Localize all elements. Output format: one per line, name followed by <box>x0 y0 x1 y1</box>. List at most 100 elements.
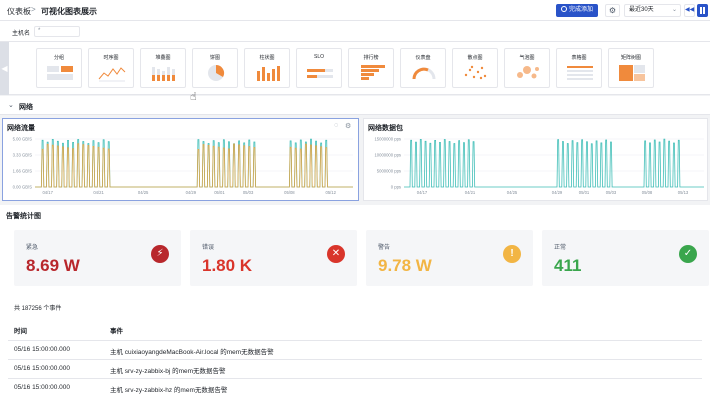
treemap-icon <box>619 65 645 81</box>
x-tick-label: 04/29 <box>552 190 563 195</box>
chart-type-card[interactable]: 时序图 <box>88 48 134 88</box>
chart-type-label: SLO <box>313 54 324 60</box>
finish-add-label: 完成添加 <box>568 7 593 13</box>
rewind-icon: ◀◀ <box>685 7 695 13</box>
breadcrumb-dashboard[interactable]: 仪表板 <box>7 6 31 17</box>
chart-type-card[interactable]: 分组 <box>36 48 82 88</box>
chart-type-card[interactable]: SLO <box>296 48 342 88</box>
chart-type-card[interactable]: 排行榜 <box>348 48 394 88</box>
stat-value: 9.78 W <box>378 256 432 275</box>
chevron-down-icon: ⌄ <box>8 102 14 109</box>
x-tick-label: 04/21 <box>465 190 476 195</box>
hostname-select[interactable]: * <box>34 26 80 37</box>
x-tick-label: 05/08 <box>284 190 295 195</box>
event-count: 共 187256 个事件 <box>14 306 62 312</box>
close-icon: ✕ <box>327 245 345 263</box>
chart-type-card[interactable]: 散点图 <box>452 48 498 88</box>
series-line-1 <box>404 138 704 188</box>
chart-type-label: 气泡图 <box>519 55 535 61</box>
y-tick-label: 5000000 pps <box>377 169 401 174</box>
page-title: 可视化图表展示 <box>41 7 97 16</box>
pause-button[interactable] <box>697 4 708 17</box>
chart-type-card[interactable]: 矩阵树图 <box>608 48 654 88</box>
stat-value: 8.69 W <box>26 256 80 275</box>
chart-type-label: 饼图 <box>209 55 220 61</box>
x-tick-label: 05/01 <box>214 190 225 195</box>
bubble-icon <box>517 66 539 79</box>
chart-type-card[interactable]: 气泡图 <box>504 48 550 88</box>
bolt-icon: ⚡ <box>151 245 169 263</box>
chart-type-label: 分组 <box>53 55 64 61</box>
alarm-stat-card[interactable]: 错误 1.80 K ✕ <box>190 230 357 286</box>
column-icon <box>257 66 280 81</box>
chart-type-card[interactable]: 仪表盘 <box>400 48 446 88</box>
y-tick-label: 10000000 pps <box>374 153 401 158</box>
alarm-title: 告警统计图 <box>6 213 41 220</box>
table-row[interactable]: 05/16 15:00:00.000 主机 srv-zy-zabbix-bj 的m… <box>8 359 702 377</box>
gear-icon: ⚙ <box>608 6 617 15</box>
finish-add-button[interactable]: 完成添加 <box>556 4 598 17</box>
stat-value: 1.80 K <box>202 256 253 275</box>
slo-icon <box>307 69 333 78</box>
chart-type-gallery: ◀ 分组 时序图 堆叠图 饼图 柱状图 SLO 排行榜 仪表盘 散点图 气泡图 表格图 矩阵树图 <box>0 42 710 95</box>
table-row[interactable]: 05/16 15:00:00.000 主机 cuixiaoyangdeMacBoo… <box>8 340 702 358</box>
x-tick-label: 04/25 <box>138 190 149 195</box>
chart-type-card[interactable]: 饼图 <box>192 48 238 88</box>
mouse-pointer-icon: ☝ <box>190 91 197 103</box>
scatter-icon <box>464 65 487 80</box>
x-tick-label: 04/25 <box>507 190 518 195</box>
stat-label: 警告 <box>378 245 391 251</box>
settings-button[interactable]: ⚙ <box>605 4 620 17</box>
plus-circle-icon <box>560 6 567 12</box>
x-tick-label: 05/03 <box>243 190 254 195</box>
event-time: 05/16 15:00:00.000 <box>14 365 71 372</box>
y-tick-label: 0 pps <box>391 185 401 190</box>
x-tick-label: 05/03 <box>606 190 617 195</box>
event-text: 主机 srv-zy-zabbix-bj 的mem无数据告警 <box>110 368 226 375</box>
top-bar: 仪表板 > 可视化图表展示 完成添加 ⚙ 最近30天 ⌄ ◀◀ <box>0 0 710 21</box>
column-time: 时间 <box>14 328 27 335</box>
chart-type-card[interactable]: 表格图 <box>556 48 602 88</box>
gallery-prev-arrow[interactable]: ◀ <box>0 42 9 95</box>
alarm-stat-card[interactable]: 警告 9.78 W! <box>366 230 533 286</box>
network-traffic-chart: 0.00 GB/S 1.66 GB/S 3.33 GB/S 5.00 GB/S 04/1… <box>13 137 353 195</box>
rewind-button[interactable]: ◀◀ <box>684 4 695 17</box>
y-tick-label: 0.00 GB/S <box>13 185 33 190</box>
table-list-icon <box>567 66 593 80</box>
pie-icon <box>208 64 225 81</box>
check-icon: ✓ <box>679 245 697 263</box>
filter-bar: 主机名 * <box>0 21 710 42</box>
table-row[interactable]: 05/16 15:00:00.000 主机 srv-zy-zabbix-hz 的m… <box>8 378 702 396</box>
y-tick-label: 1.66 GB/S <box>13 169 33 174</box>
x-tick-label: 05/12 <box>325 190 336 195</box>
event-time: 05/16 15:00:00.000 <box>14 346 71 353</box>
network-packets-panel[interactable]: 网络数据包 0 pps 5000000 pps 10000000 pps 150000… <box>363 118 708 201</box>
x-tick-label: 04/21 <box>93 190 104 195</box>
exclamation-icon: ! <box>503 245 521 263</box>
breadcrumb-separator: > <box>31 5 36 14</box>
chart-type-label: 柱状图 <box>259 55 275 61</box>
hostname-label: 主机名 <box>12 31 31 37</box>
y-tick-label: 3.33 GB/S <box>13 153 33 158</box>
network-traffic-panel[interactable]: 网络流量 ◌ ⚙ 0.00 GB/S 1.66 GB/S 3.33 GB/S 5.00… <box>2 118 359 201</box>
chart-type-card[interactable]: 堆叠图 <box>140 48 186 88</box>
table-icon <box>47 66 73 80</box>
series-line-2 <box>35 143 353 188</box>
section-network[interactable]: ⌄ 网络 <box>0 96 710 115</box>
chart-type-label: 散点图 <box>467 55 483 61</box>
chart-type-label: 矩阵树图 <box>620 55 641 61</box>
network-packets-chart: 0 pps 5000000 pps 10000000 pps 15000000 pps… <box>374 137 704 195</box>
chart-type-label: 仪表盘 <box>415 55 431 61</box>
chevron-down-icon: ⌄ <box>671 7 677 13</box>
bar-icon <box>152 67 175 81</box>
alarm-stat-card[interactable]: 正常 411 ✓ <box>542 230 709 286</box>
stat-label: 紧急 <box>26 245 39 251</box>
alarm-section: 告警统计图 紧急 8.69 W ⚡ 错误 1.80 K ✕ 警告 9.78 W! 正常 411 ✓ … <box>0 205 710 404</box>
chart-type-label: 表格图 <box>571 55 587 61</box>
time-range-select[interactable]: 最近30天 ⌄ <box>624 4 681 17</box>
line-icon <box>98 67 126 82</box>
section-title: 网络 <box>19 104 33 111</box>
gauge-icon <box>412 67 436 80</box>
alarm-stat-card[interactable]: 紧急 8.69 W ⚡ <box>14 230 181 286</box>
chart-type-card[interactable]: 柱状图 <box>244 48 290 88</box>
